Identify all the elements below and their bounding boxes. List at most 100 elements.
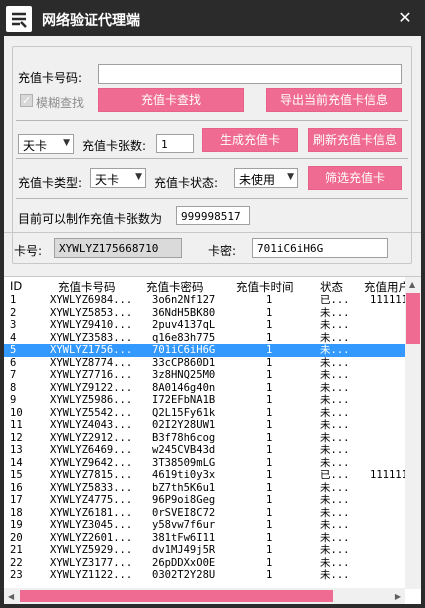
horizontal-scrollbar[interactable]: ◀ ▶ — [4, 588, 405, 604]
table-cell: I72EFbNA1B — [152, 394, 216, 406]
search-card-button[interactable]: 充值卡查找 — [98, 88, 244, 112]
scroll-left-arrow-icon[interactable]: ◀ — [8, 592, 14, 601]
table-cell: XYWLYZ2601... — [50, 531, 133, 544]
table-row[interactable]: 7 XYWLYZ7716... 3z8HNQ25M0 1 未... — [4, 369, 405, 382]
table-row[interactable]: 21 XYWLYZ5929... dv1MJ49j5R 1 未... — [4, 544, 405, 557]
card-count-label: 充值卡张数: — [82, 139, 147, 153]
column-header-user[interactable]: 充值用户 — [364, 279, 410, 295]
table-cell: 9 — [10, 394, 17, 406]
table-cell: dv1MJ49j5R — [152, 544, 216, 556]
duration-select[interactable]: 天卡 ▼ — [18, 134, 74, 154]
table-cell: XYWLYZ7716... — [50, 369, 133, 381]
table-row[interactable]: 8 XYWLYZ9122... 8A0146g40n 1 未... — [4, 382, 405, 395]
table-cell: XYWLYZ5542... — [50, 406, 133, 419]
table-row[interactable]: 16 XYWLYZ5833... bZ7th5K6u1 1 未... — [4, 482, 405, 495]
table-cell: XYWLYZ4043... — [50, 419, 133, 431]
table-cell: 17 — [10, 494, 23, 506]
table-cell: 11 — [10, 419, 23, 431]
export-cards-button[interactable]: 导出当前充值卡信息 — [266, 88, 402, 112]
table-row[interactable]: 5 XYWLYZ1756... 701iC6iH6G 1 未... — [4, 344, 405, 357]
table-cell: 15 — [10, 469, 23, 481]
table-cell: 1 — [266, 531, 273, 544]
table-row[interactable]: 17 XYWLYZ4775... 96P9oi8Geg 1 未... — [4, 494, 405, 507]
table-cell: 未... — [320, 306, 350, 319]
card-no-detail-value[interactable]: XYWLYZ175668710 — [54, 238, 182, 258]
duration-select-value: 天卡 — [23, 139, 48, 153]
table-cell: 0rSVEI8C72 — [152, 506, 216, 519]
table-cell: 381tFw6I11 — [152, 531, 216, 544]
table-cell: XYWLYZ6469... — [50, 444, 133, 456]
table-cell: 13 — [10, 444, 23, 456]
table-cell: 22 — [10, 556, 23, 569]
table-cell: 已... — [320, 294, 350, 306]
table-row[interactable]: 18 XYWLYZ6181... 0rSVEI8C72 1 未... — [4, 507, 405, 520]
column-header-card-time[interactable]: 充值卡时间 — [236, 279, 294, 295]
table-cell: 未... — [320, 344, 350, 356]
card-status-select[interactable]: 未使用 ▼ — [234, 168, 298, 188]
table-cell: 未... — [320, 394, 350, 406]
column-header-status[interactable]: 状态 — [320, 279, 343, 295]
fuzzy-search-checkbox[interactable]: ✓ — [20, 94, 33, 107]
table-row[interactable]: 12 XYWLYZ2912... B3f78h6cog 1 未... — [4, 432, 405, 445]
table-cell: 3T38509mLG — [152, 456, 216, 469]
vertical-scrollbar[interactable]: ▲ — [405, 277, 421, 589]
column-header-id[interactable]: ID — [10, 279, 22, 293]
chevron-down-icon: ▼ — [63, 138, 70, 148]
card-type-select[interactable]: 天卡 ▼ — [90, 168, 146, 188]
scroll-up-arrow-icon[interactable]: ▲ — [409, 280, 415, 289]
main-panel: 充值卡号码: ✓ 模糊查找 充值卡查找 导出当前充值卡信息 天卡 ▼ 充值卡张数… — [4, 36, 421, 604]
table-cell: 111111 — [370, 294, 408, 306]
card-count-input[interactable]: 1 — [156, 134, 194, 153]
table-row[interactable]: 20 XYWLYZ2601... 381tFw6I11 1 未... — [4, 532, 405, 545]
vertical-scroll-thumb[interactable] — [406, 293, 420, 344]
table-cell: 1 — [266, 494, 273, 506]
table-cell: 1 — [266, 556, 273, 569]
table-row[interactable]: 10 XYWLYZ5542... Q2L15Fy61k 1 未... — [4, 407, 405, 420]
table-cell: 1 — [266, 331, 273, 344]
table-cell: 1 — [266, 344, 273, 356]
table-cell: 未... — [320, 406, 350, 419]
refresh-cards-button[interactable]: 刷新充值卡信息 — [308, 128, 402, 152]
close-icon[interactable]: ✕ — [393, 6, 417, 30]
table-cell: 18 — [10, 506, 23, 519]
column-header-card-password[interactable]: 充值卡密码 — [146, 279, 204, 295]
table-cell: XYWLYZ3177... — [50, 556, 133, 569]
table-cell: 未... — [320, 519, 350, 531]
table-row[interactable]: 15 XYWLYZ7815... 4619ti0y3x 1 已... 111111 — [4, 469, 408, 482]
column-header-card-number[interactable]: 充值卡号码 — [58, 279, 116, 295]
table-row[interactable]: 19 XYWLYZ3045... y58vw7f6ur 1 未... — [4, 519, 405, 532]
card-status-label: 充值卡状态: — [154, 176, 219, 190]
table-cell: XYWLYZ3583... — [50, 331, 133, 344]
generate-cards-button[interactable]: 生成充值卡 — [202, 128, 298, 152]
filter-cards-button[interactable]: 筛选充值卡 — [308, 166, 402, 190]
table-cell: 1 — [266, 381, 273, 394]
table-row[interactable]: 11 XYWLYZ4043... 02I2Y28UW1 1 未... — [4, 419, 405, 432]
table-cell: XYWLYZ2912... — [50, 431, 133, 444]
window-title: 网络验证代理端 — [42, 13, 140, 29]
table-row[interactable]: 2 XYWLYZ5853... 36NdH5BK80 1 未... — [4, 307, 405, 320]
table-cell: 10 — [10, 406, 23, 419]
table-cell: 1 — [266, 444, 273, 456]
table-row[interactable]: 23 XYWLYZ1122... 0302T2Y28U 1 未... — [4, 569, 405, 582]
table-cell: 1 — [10, 294, 17, 306]
card-pwd-detail-value[interactable]: 701iC6iH6G — [252, 238, 388, 258]
horizontal-scroll-thumb[interactable] — [20, 590, 333, 602]
table-cell: 1 — [266, 519, 273, 531]
table-row[interactable]: 9 XYWLYZ5986... I72EFbNA1B 1 未... — [4, 394, 405, 407]
scroll-right-arrow-icon[interactable]: ▶ — [395, 592, 401, 601]
table-cell: 111111 — [370, 469, 408, 481]
table-row[interactable]: 13 XYWLYZ6469... w245CVB43d 1 未... — [4, 444, 405, 457]
table-row[interactable]: 22 XYWLYZ3177... 26pDDXxO0E 1 未... — [4, 557, 405, 570]
table-row[interactable]: 6 XYWLYZ8774... 33cCP860D1 1 未... — [4, 357, 405, 370]
card-number-input[interactable] — [98, 64, 402, 84]
table-row[interactable]: 4 XYWLYZ3583... q16e83h775 1 未... — [4, 332, 405, 345]
table-cell: 1 — [266, 356, 273, 369]
table-row[interactable]: 3 XYWLYZ9410... 2puv4137qL 1 未... — [4, 319, 405, 332]
table-cell: 1 — [266, 419, 273, 431]
card-number-label: 充值卡号码: — [18, 71, 83, 85]
divider — [16, 120, 408, 121]
table-row[interactable]: 1 XYWLYZ6984... 3o6n2Nf127 1 已... 111111 — [4, 294, 408, 307]
fuzzy-search-label: 模糊查找 — [36, 96, 85, 110]
divider — [16, 158, 408, 159]
table-row[interactable]: 14 XYWLYZ9642... 3T38509mLG 1 未... — [4, 457, 405, 470]
